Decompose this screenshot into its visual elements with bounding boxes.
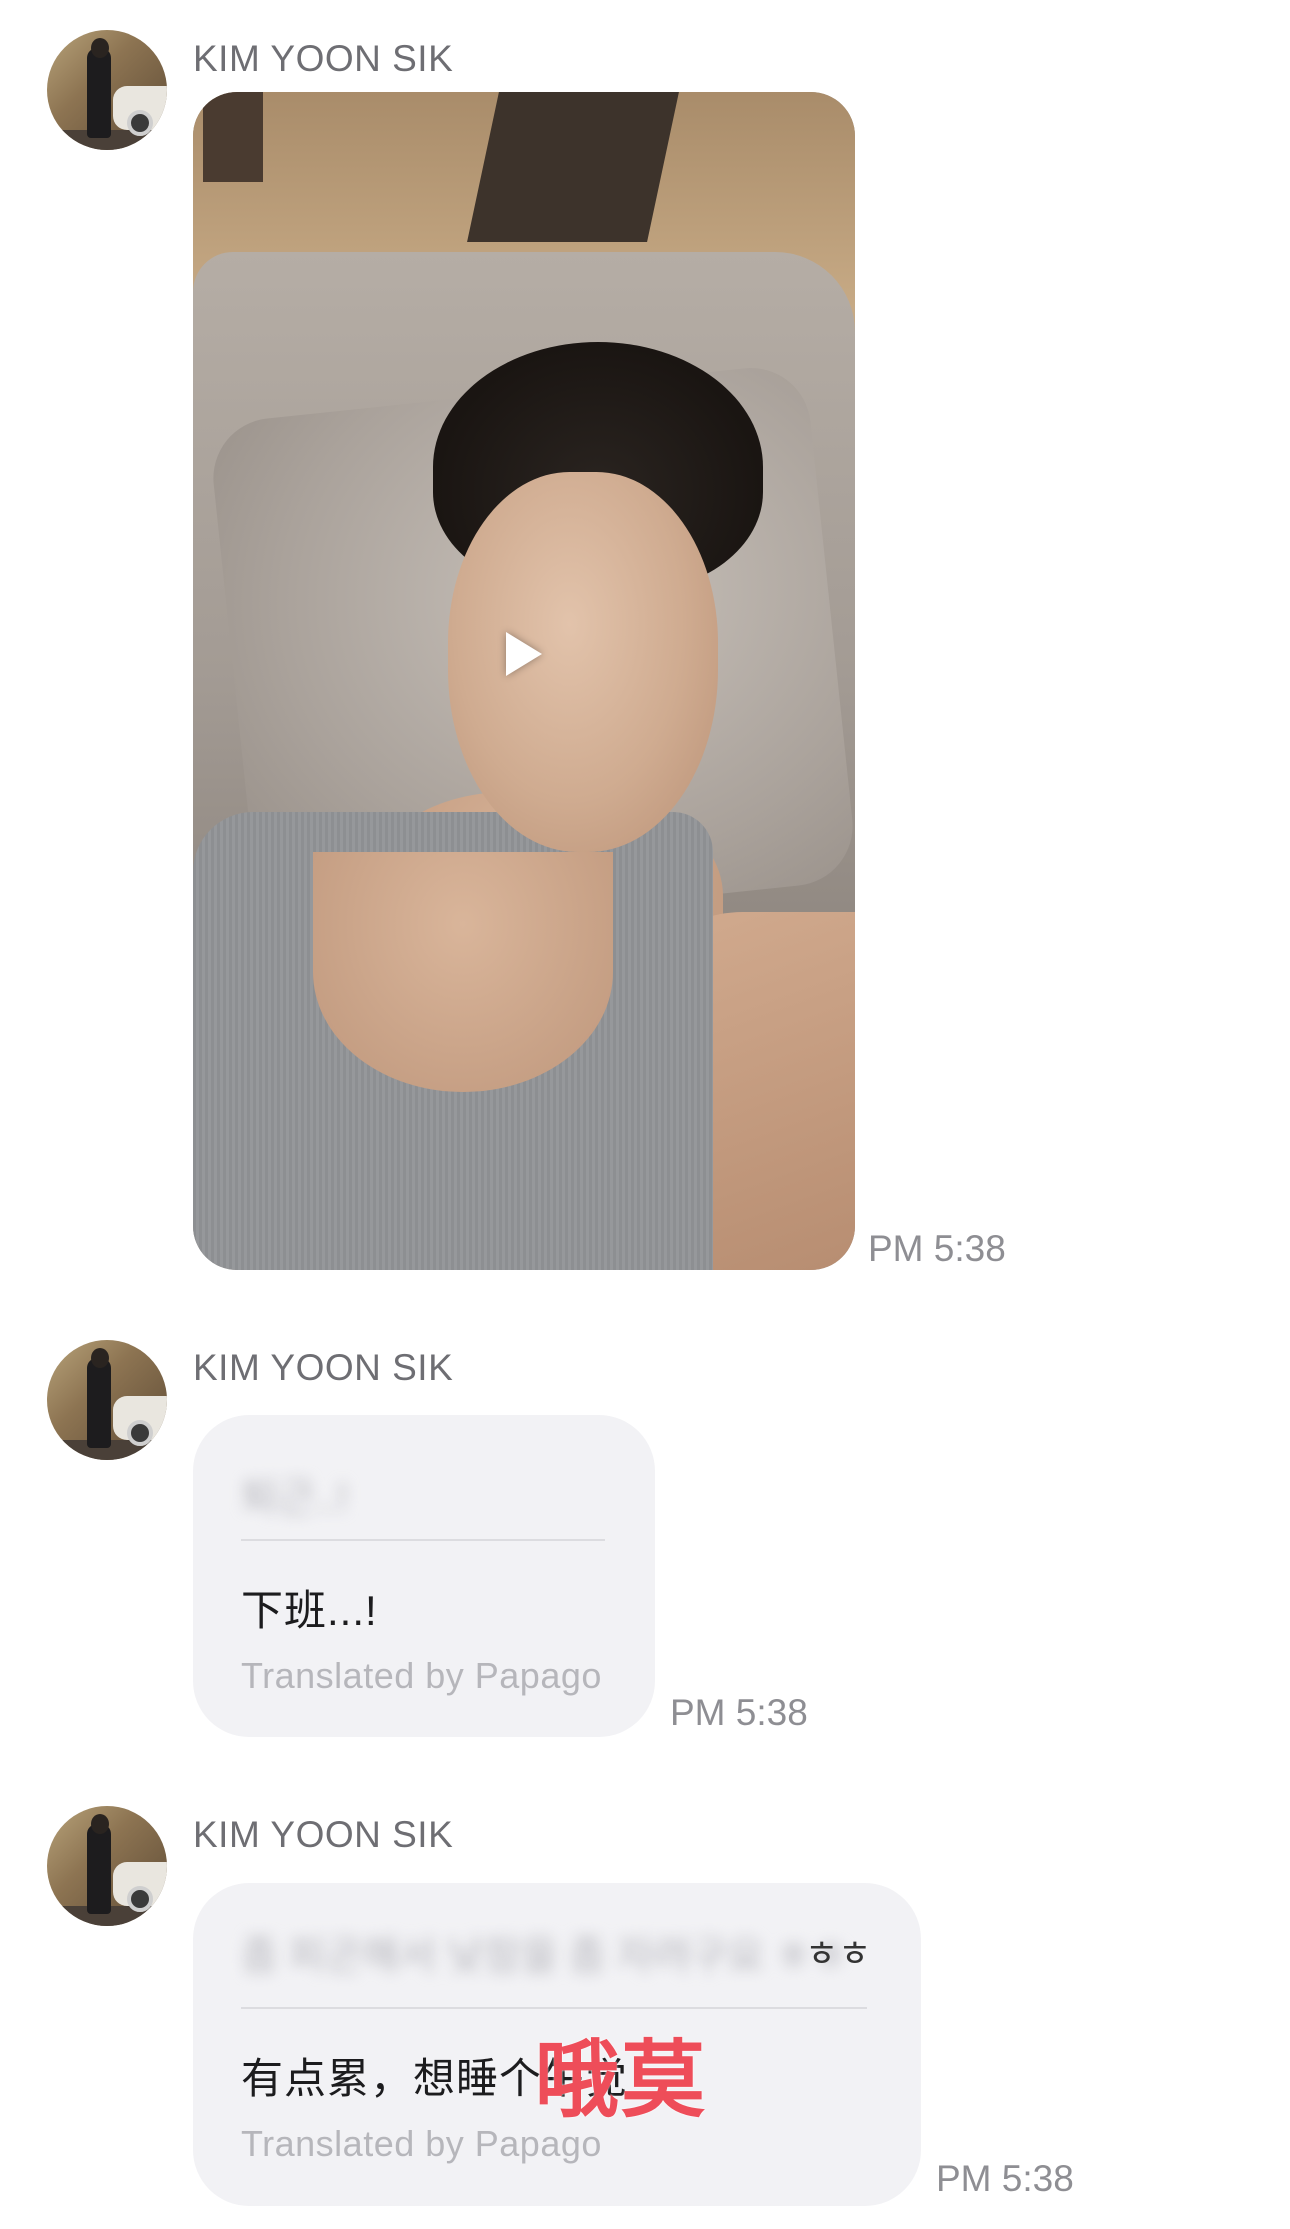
- avatar-photo-figure: [87, 1358, 111, 1448]
- overlay-caption: 哦莫: [535, 2033, 708, 2127]
- message-time: PM 5:38: [936, 2158, 1074, 2199]
- avatar-photo-head: [91, 38, 109, 58]
- original-text-visible-tail: ㅎㅎ: [805, 1933, 872, 1974]
- avatar-photo-figure: [87, 1824, 111, 1914]
- play-icon: [506, 632, 542, 676]
- original-text: 좀 피곤해서 낮잠을 좀 자려구요 ㅎㅎ: [241, 1934, 849, 1978]
- message-time: PM 5:38: [868, 1228, 1006, 1269]
- avatar-photo-wheel: [127, 1886, 153, 1912]
- chat-thread: KIM YOON SIK PM 5:38 KIM YOON SIK 퇴근..! …: [0, 0, 1290, 2229]
- video-message[interactable]: [193, 92, 855, 1270]
- avatar-photo-figure: [87, 48, 111, 138]
- sender-name: KIM YOON SIK: [193, 38, 454, 79]
- sender-avatar[interactable]: [47, 1806, 167, 1926]
- avatar-photo-wheel: [127, 1420, 153, 1446]
- sender-avatar[interactable]: [47, 1340, 167, 1460]
- sender-name: KIM YOON SIK: [193, 1814, 454, 1855]
- video-thumb-cabinet: [467, 92, 679, 242]
- text-message[interactable]: 좀 피곤해서 낮잠을 좀 자려구요 ㅎㅎ ㅎㅎ 有点累，想睡个午觉 Transl…: [193, 1883, 921, 2206]
- text-message[interactable]: 퇴근..! 下班...! Translated by Papago: [193, 1415, 655, 1737]
- message-time: PM 5:38: [670, 1692, 808, 1733]
- original-text: 퇴근..!: [241, 1476, 348, 1520]
- sender-avatar[interactable]: [47, 30, 167, 150]
- video-thumb-chest: [313, 852, 613, 1092]
- avatar-photo-head: [91, 1348, 109, 1368]
- translation-divider: [241, 1539, 605, 1541]
- translated-text: 下班...!: [241, 1587, 378, 1634]
- avatar-photo-head: [91, 1814, 109, 1834]
- avatar-photo-wheel: [127, 110, 153, 136]
- translation-divider: [241, 2007, 867, 2009]
- translation-credit: Translated by Papago: [241, 1655, 602, 1696]
- video-thumb-lamp: [203, 92, 263, 182]
- play-button[interactable]: [483, 612, 563, 692]
- sender-name: KIM YOON SIK: [193, 1347, 454, 1388]
